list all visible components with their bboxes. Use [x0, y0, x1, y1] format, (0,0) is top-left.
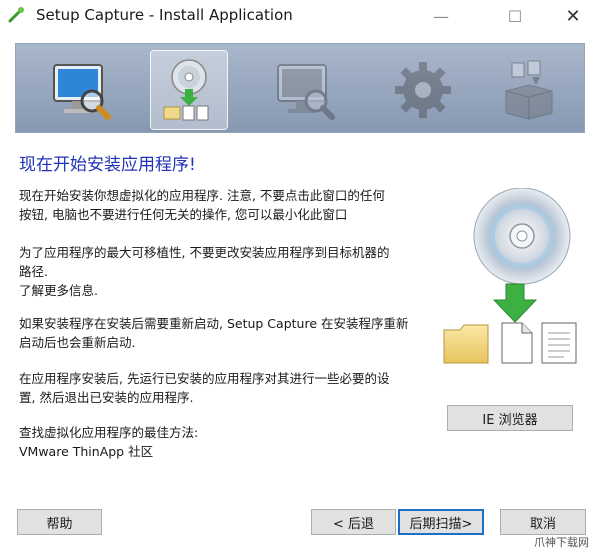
- document-icon: [501, 322, 533, 364]
- step-prescan: [42, 50, 120, 130]
- folder-icon: [443, 324, 489, 364]
- window-title: Setup Capture - Install Application: [36, 6, 293, 24]
- cd-disc-icon: [473, 188, 571, 285]
- step-build: [490, 50, 568, 130]
- package-icon: [505, 60, 553, 120]
- page-title: 现在开始安装应用程序!: [19, 155, 196, 175]
- cancel-button[interactable]: 取消: [500, 509, 586, 535]
- community-link[interactable]: VMware ThinApp 社区: [19, 442, 439, 461]
- learn-more-link[interactable]: 了解更多信息.: [19, 281, 439, 300]
- watermark: 爪神下载网: [534, 536, 589, 548]
- monitor-magnifier-icon: [277, 64, 335, 120]
- maximize-button[interactable]: ☐: [492, 0, 538, 32]
- title-bar: Setup Capture - Install Application — ☐ …: [0, 0, 600, 32]
- step-postscan: [266, 50, 344, 130]
- gear-icon: [395, 62, 451, 118]
- portability-paragraph: 为了应用程序的最大可移植性, 不要更改安装应用程序到目标机器的 路径. 了解更多…: [19, 243, 439, 300]
- cd-install-icon: [163, 59, 209, 121]
- community-paragraph: 查找虚拟化应用程序的最佳方法: VMware ThinApp 社区: [19, 423, 439, 461]
- minimize-button[interactable]: —: [418, 0, 464, 32]
- back-button[interactable]: < 后退: [311, 509, 396, 535]
- app-icon: [8, 7, 24, 23]
- close-button[interactable]: ✕: [550, 0, 596, 32]
- step-configure: [384, 50, 462, 130]
- step-install: [150, 50, 228, 130]
- help-button[interactable]: 帮助: [17, 509, 102, 535]
- cd-install-illustration: [443, 188, 577, 364]
- postscan-button[interactable]: 后期扫描>: [398, 509, 484, 535]
- post-install-paragraph: 在应用程序安装后, 先运行已安装的应用程序对其进行一些必要的设 置, 然后退出已…: [19, 371, 390, 405]
- monitor-magnifier-icon: [53, 64, 111, 120]
- instructions-paragraph: 现在开始安装你想虚拟化的应用程序. 注意, 不要点击此窗口的任何 按钮, 电脑也…: [19, 188, 385, 222]
- text-file-icon: [541, 322, 577, 364]
- wizard-steps-banner: [15, 43, 585, 133]
- restart-paragraph: 如果安装程序在安装后需要重新启动, Setup Capture 在安装程序重新 …: [19, 316, 409, 350]
- download-arrow-icon: [492, 283, 538, 323]
- ie-browser-button[interactable]: IE 浏览器: [447, 405, 573, 431]
